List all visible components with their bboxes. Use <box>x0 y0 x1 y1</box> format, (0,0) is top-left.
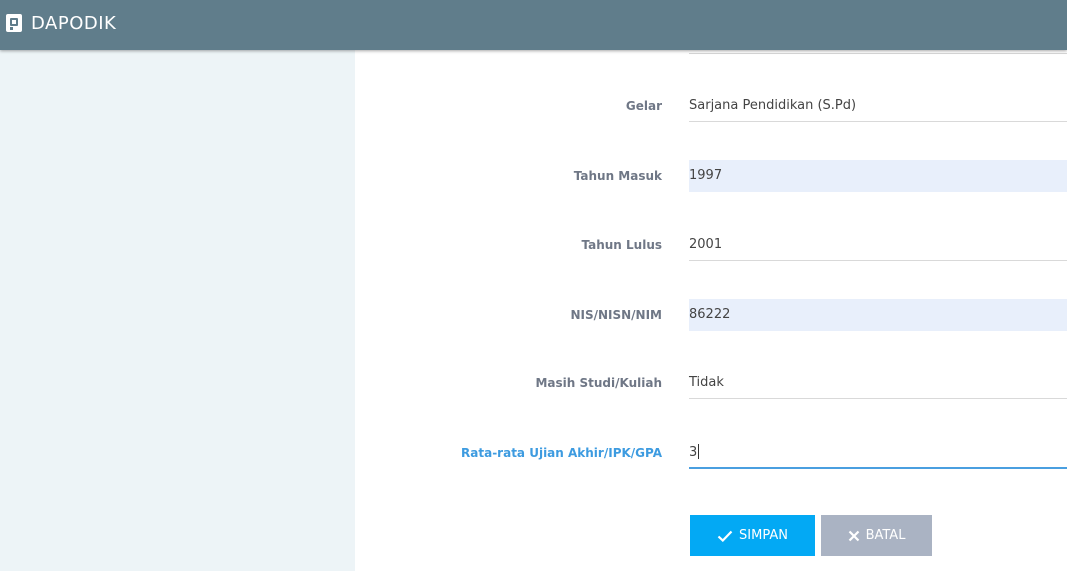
text-caret <box>698 444 700 459</box>
sidebar-panel <box>0 50 355 571</box>
app-title: DAPODIK <box>31 13 117 34</box>
rata-rata-ujian-value: 3 <box>689 445 698 460</box>
gelar-field[interactable]: Sarjana Pendidikan (S.Pd) <box>689 90 1067 122</box>
gelar-value: Sarjana Pendidikan (S.Pd) <box>689 98 857 113</box>
save-button[interactable]: SIMPAN <box>690 515 815 556</box>
nis-nisn-nim-field[interactable]: 86222 <box>689 299 1067 331</box>
form-row-rata-rata-ujian: Rata-rata Ujian Akhir/IPK/GPA 3 <box>355 437 1067 469</box>
top-app-bar: DAPODIK <box>0 0 1067 50</box>
cancel-button-label: BATAL <box>865 528 906 543</box>
save-button-label: SIMPAN <box>739 528 788 543</box>
previous-field-underline <box>689 53 1067 54</box>
masih-studi-select[interactable]: Tidak <box>689 367 1067 399</box>
check-icon <box>717 530 733 542</box>
masih-studi-value: Tidak <box>689 375 724 390</box>
tahun-masuk-label: Tahun Masuk <box>573 169 662 183</box>
tahun-lulus-field[interactable]: 2001 <box>689 229 1067 261</box>
rata-rata-ujian-input[interactable]: 3 <box>689 437 1067 469</box>
form-row-tahun-lulus: Tahun Lulus 2001 <box>355 229 1067 261</box>
tahun-masuk-value: 1997 <box>689 168 723 183</box>
form-panel: Gelar Sarjana Pendidikan (S.Pd) Tahun Ma… <box>355 50 1067 571</box>
rata-rata-ujian-value-wrap: 3 <box>689 437 700 469</box>
tahun-lulus-label: Tahun Lulus <box>581 238 662 252</box>
tahun-lulus-value: 2001 <box>689 237 723 252</box>
form-row-masih-studi: Masih Studi/Kuliah Tidak <box>355 367 1067 399</box>
tahun-masuk-field[interactable]: 1997 <box>689 160 1067 192</box>
close-icon <box>848 530 859 541</box>
cancel-button[interactable]: BATAL <box>821 515 932 556</box>
form-row-tahun-masuk: Tahun Masuk 1997 <box>355 160 1067 192</box>
dapodik-logo-icon <box>6 14 22 32</box>
gelar-label: Gelar <box>625 99 662 113</box>
form-row-nis-nisn-nim: NIS/NISN/NIM 86222 <box>355 299 1067 331</box>
nis-nisn-nim-value: 86222 <box>689 307 731 322</box>
nis-nisn-nim-label: NIS/NISN/NIM <box>570 308 662 322</box>
form-row-gelar: Gelar Sarjana Pendidikan (S.Pd) <box>355 90 1067 122</box>
rata-rata-ujian-label: Rata-rata Ujian Akhir/IPK/GPA <box>461 446 662 460</box>
masih-studi-label: Masih Studi/Kuliah <box>535 376 662 390</box>
